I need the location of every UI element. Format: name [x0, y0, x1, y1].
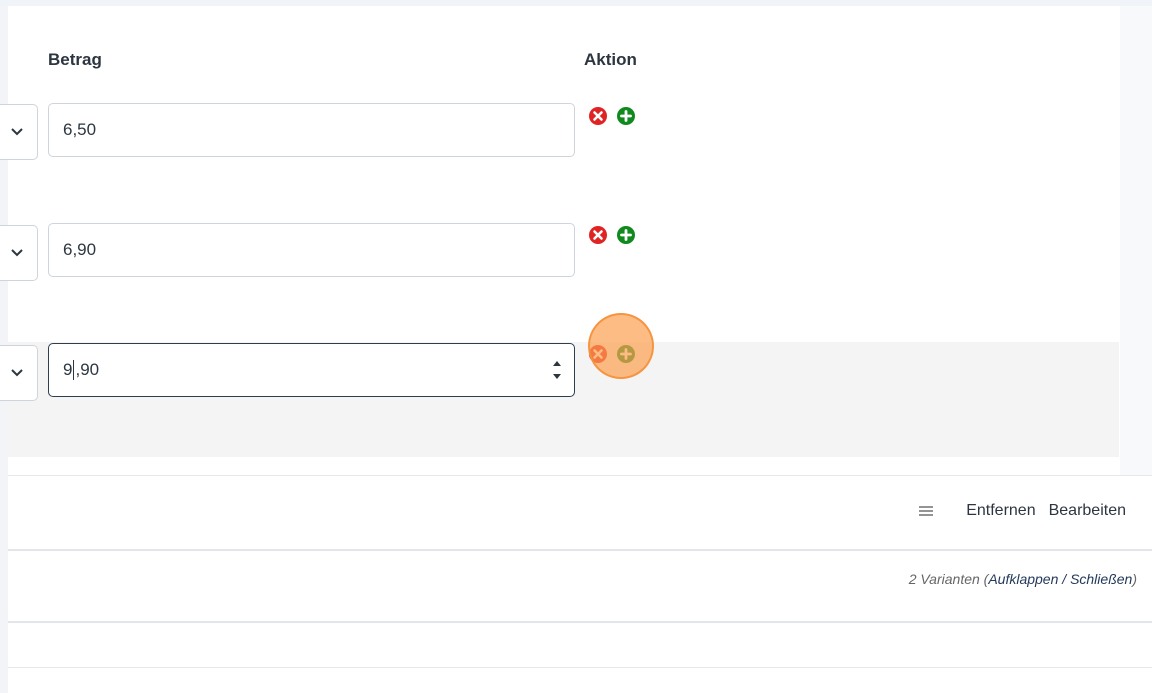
- column-header-action: Aktion: [584, 50, 637, 69]
- add-icon[interactable]: [616, 106, 636, 126]
- number-spinner[interactable]: [550, 354, 564, 386]
- footer-actions: Entfernen Bearbeiten: [919, 502, 1126, 520]
- amount-value-part: ,90: [75, 360, 100, 379]
- amount-value-part: 9: [63, 360, 73, 379]
- variants-summary: 2 Varianten (Aufklappen / Schließen): [909, 571, 1137, 587]
- amount-value: 6,50: [63, 120, 97, 139]
- divider: [8, 475, 1152, 476]
- remove-icon[interactable]: [588, 225, 608, 245]
- click-indicator: [588, 313, 654, 379]
- spin-down-icon[interactable]: [553, 374, 561, 379]
- close-paren: ): [1132, 571, 1137, 587]
- separator: /: [1058, 571, 1071, 587]
- divider: [8, 667, 1152, 668]
- unit-select[interactable]: [0, 345, 38, 401]
- remove-icon[interactable]: [588, 106, 608, 126]
- spin-up-icon[interactable]: [553, 361, 561, 366]
- expand-link[interactable]: Aufklappen: [988, 571, 1058, 587]
- unit-select[interactable]: [0, 104, 38, 160]
- menu-lines-icon[interactable]: [919, 506, 934, 516]
- text-caret: [73, 360, 75, 380]
- chevron-down-icon: [11, 249, 23, 257]
- amount-input-focused[interactable]: 9,90: [48, 343, 575, 397]
- amount-input[interactable]: 6,90: [48, 223, 575, 277]
- add-icon[interactable]: [616, 225, 636, 245]
- column-header-amount: Betrag: [48, 50, 102, 69]
- unit-select[interactable]: [0, 225, 38, 281]
- variants-count: 2 Varianten (: [908, 571, 989, 587]
- top-strip: [0, 0, 1152, 6]
- chevron-down-icon: [11, 369, 23, 377]
- remove-link[interactable]: Entfernen: [966, 502, 1035, 520]
- amount-input[interactable]: 6,50: [48, 103, 575, 157]
- chevron-down-icon: [11, 128, 23, 136]
- divider: [8, 549, 1152, 551]
- amount-value: 6,90: [63, 240, 97, 259]
- collapse-link[interactable]: Schließen: [1070, 571, 1132, 587]
- edit-link[interactable]: Bearbeiten: [1049, 502, 1126, 520]
- right-strip: [1120, 6, 1152, 476]
- divider: [8, 621, 1152, 623]
